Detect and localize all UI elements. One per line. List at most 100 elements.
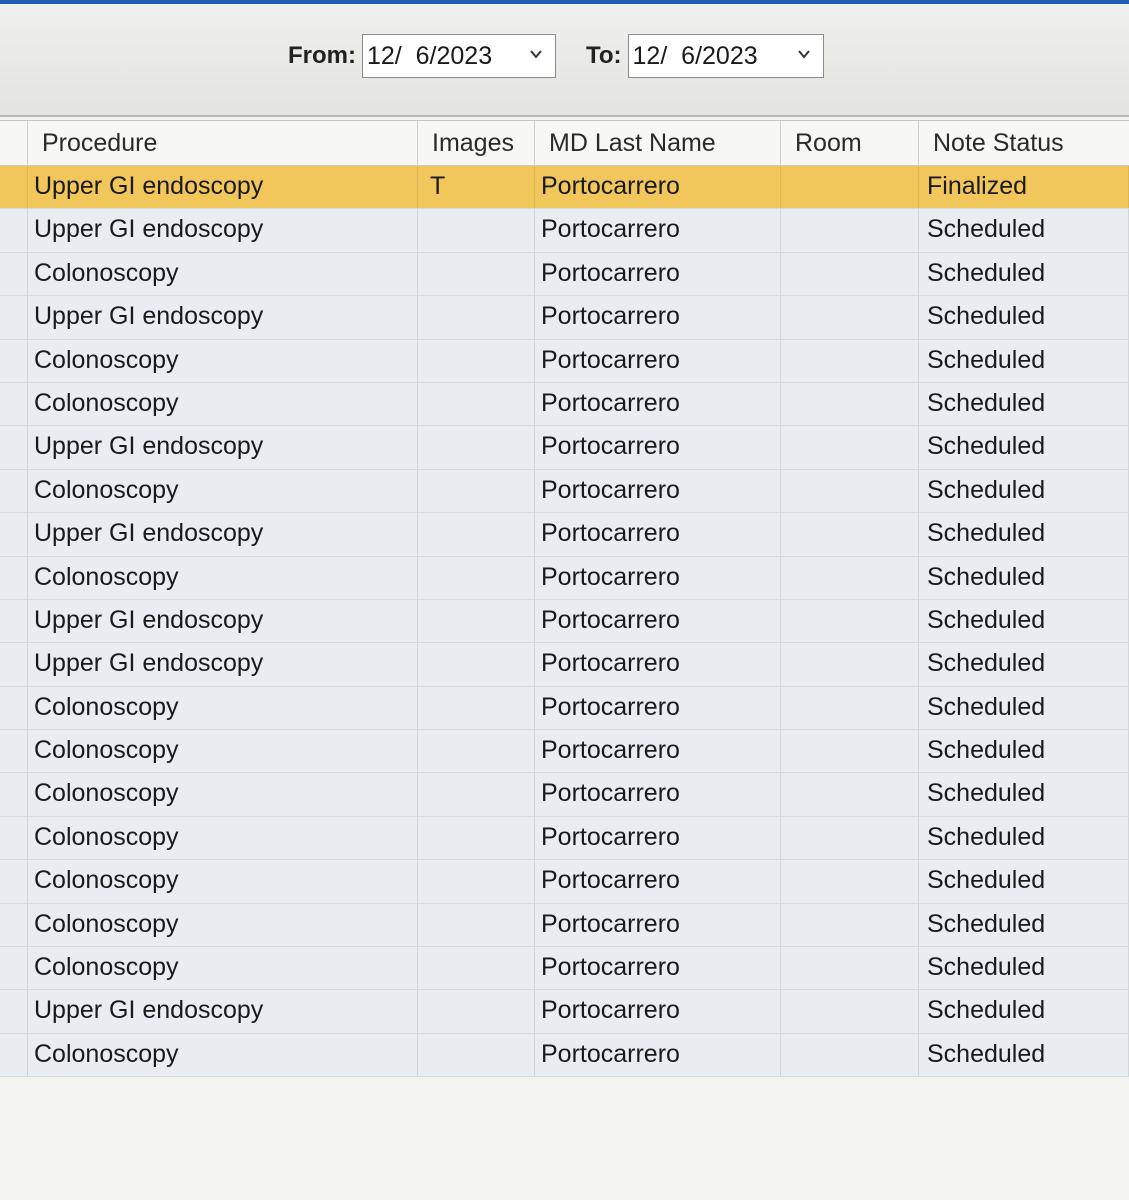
procedure-cell[interactable]: Upper GI endoscopy xyxy=(28,643,418,686)
row-selector[interactable] xyxy=(0,166,28,209)
images-cell[interactable] xyxy=(418,730,535,773)
row-selector[interactable] xyxy=(0,296,28,339)
note-status-cell[interactable]: Scheduled xyxy=(919,773,1129,816)
table-row[interactable]: Colonoscopy Portocarrero Scheduled xyxy=(0,252,1129,297)
row-selector[interactable] xyxy=(0,816,28,860)
procedure-cell[interactable]: Colonoscopy xyxy=(28,947,418,990)
images-cell[interactable] xyxy=(418,556,535,599)
md-last-name-cell[interactable]: Portocarrero xyxy=(535,209,781,252)
note-status-cell[interactable]: Scheduled xyxy=(919,556,1129,599)
row-selector[interactable] xyxy=(0,513,28,556)
row-selector[interactable] xyxy=(0,382,28,426)
row-selector[interactable] xyxy=(0,686,28,730)
row-selector[interactable] xyxy=(0,643,28,686)
room-cell[interactable] xyxy=(781,730,919,773)
table-row[interactable]: Colonoscopy Portocarrero Scheduled xyxy=(0,469,1129,514)
table-row[interactable]: Upper GI endoscopy Portocarrero Scheduled xyxy=(0,426,1129,470)
note-status-cell[interactable]: Scheduled xyxy=(919,209,1129,252)
row-selector[interactable] xyxy=(0,252,28,296)
column-header-note-status[interactable]: Note Status xyxy=(919,121,1129,165)
note-status-cell[interactable]: Scheduled xyxy=(919,990,1129,1033)
md-last-name-cell[interactable]: Portocarrero xyxy=(535,252,781,296)
procedure-cell[interactable]: Upper GI endoscopy xyxy=(28,599,418,643)
note-status-cell[interactable]: Scheduled xyxy=(919,252,1129,296)
table-row[interactable]: Upper GI endoscopy T Portocarrero Finalized xyxy=(0,166,1129,210)
room-cell[interactable] xyxy=(781,773,919,816)
procedure-cell[interactable]: Colonoscopy xyxy=(28,686,418,730)
row-selector[interactable] xyxy=(0,209,28,252)
row-selector[interactable] xyxy=(0,773,28,816)
images-cell[interactable] xyxy=(418,426,535,469)
procedure-cell[interactable]: Upper GI endoscopy xyxy=(28,296,418,339)
room-cell[interactable] xyxy=(781,816,919,860)
table-row[interactable]: Colonoscopy Portocarrero Scheduled xyxy=(0,339,1129,383)
chevron-down-icon[interactable] xyxy=(529,47,543,61)
procedure-cell[interactable]: Upper GI endoscopy xyxy=(28,513,418,556)
table-row[interactable]: Colonoscopy Portocarrero Scheduled xyxy=(0,686,1129,731)
table-row[interactable]: Upper GI endoscopy Portocarrero Scheduled xyxy=(0,513,1129,557)
row-selector[interactable] xyxy=(0,990,28,1033)
images-cell[interactable] xyxy=(418,339,535,382)
images-cell[interactable] xyxy=(418,860,535,903)
room-cell[interactable] xyxy=(781,513,919,556)
procedure-cell[interactable]: Upper GI endoscopy xyxy=(28,209,418,252)
images-cell[interactable] xyxy=(418,816,535,860)
table-row[interactable]: Colonoscopy Portocarrero Scheduled xyxy=(0,773,1129,817)
procedure-cell[interactable]: Colonoscopy xyxy=(28,339,418,382)
procedure-cell[interactable]: Colonoscopy xyxy=(28,556,418,599)
images-cell[interactable] xyxy=(418,469,535,513)
room-cell[interactable] xyxy=(781,903,919,947)
chevron-down-icon[interactable] xyxy=(797,47,811,61)
room-cell[interactable] xyxy=(781,339,919,382)
column-header-md-last-name[interactable]: MD Last Name xyxy=(535,121,781,165)
room-cell[interactable] xyxy=(781,643,919,686)
note-status-cell[interactable]: Scheduled xyxy=(919,469,1129,513)
images-cell[interactable] xyxy=(418,947,535,990)
row-selector[interactable] xyxy=(0,339,28,382)
note-status-cell[interactable]: Scheduled xyxy=(919,296,1129,339)
images-cell[interactable] xyxy=(418,990,535,1033)
note-status-cell[interactable]: Finalized xyxy=(919,166,1129,209)
table-row[interactable]: Colonoscopy Portocarrero Scheduled xyxy=(0,903,1129,948)
table-row[interactable]: Upper GI endoscopy Portocarrero Scheduled xyxy=(0,599,1129,644)
md-last-name-cell[interactable]: Portocarrero xyxy=(535,556,781,599)
note-status-cell[interactable]: Scheduled xyxy=(919,1033,1129,1077)
column-header-images[interactable]: Images xyxy=(418,121,535,165)
note-status-cell[interactable]: Scheduled xyxy=(919,426,1129,469)
images-cell[interactable] xyxy=(418,252,535,296)
table-row[interactable]: Upper GI endoscopy Portocarrero Scheduled xyxy=(0,296,1129,340)
note-status-cell[interactable]: Scheduled xyxy=(919,339,1129,382)
table-row[interactable]: Colonoscopy Portocarrero Scheduled xyxy=(0,1033,1129,1078)
room-cell[interactable] xyxy=(781,1033,919,1077)
room-cell[interactable] xyxy=(781,599,919,643)
table-row[interactable]: Colonoscopy Portocarrero Scheduled xyxy=(0,382,1129,427)
md-last-name-cell[interactable]: Portocarrero xyxy=(535,599,781,643)
images-cell[interactable] xyxy=(418,1033,535,1077)
column-header-procedure[interactable]: Procedure xyxy=(28,121,418,165)
md-last-name-cell[interactable]: Portocarrero xyxy=(535,1033,781,1077)
images-cell[interactable] xyxy=(418,773,535,816)
md-last-name-cell[interactable]: Portocarrero xyxy=(535,773,781,816)
room-cell[interactable] xyxy=(781,382,919,426)
md-last-name-cell[interactable]: Portocarrero xyxy=(535,339,781,382)
note-status-cell[interactable]: Scheduled xyxy=(919,903,1129,947)
procedure-cell[interactable]: Upper GI endoscopy xyxy=(28,990,418,1033)
row-selector[interactable] xyxy=(0,1033,28,1077)
row-selector[interactable] xyxy=(0,556,28,599)
table-row[interactable]: Colonoscopy Portocarrero Scheduled xyxy=(0,556,1129,600)
room-cell[interactable] xyxy=(781,209,919,252)
table-row[interactable]: Colonoscopy Portocarrero Scheduled xyxy=(0,860,1129,904)
table-row[interactable]: Colonoscopy Portocarrero Scheduled xyxy=(0,730,1129,774)
table-row[interactable]: Colonoscopy Portocarrero Scheduled xyxy=(0,947,1129,991)
procedure-cell[interactable]: Colonoscopy xyxy=(28,382,418,426)
row-selector[interactable] xyxy=(0,426,28,469)
row-selector[interactable] xyxy=(0,599,28,643)
note-status-cell[interactable]: Scheduled xyxy=(919,643,1129,686)
procedure-cell[interactable]: Colonoscopy xyxy=(28,816,418,860)
note-status-cell[interactable]: Scheduled xyxy=(919,513,1129,556)
md-last-name-cell[interactable]: Portocarrero xyxy=(535,903,781,947)
md-last-name-cell[interactable]: Portocarrero xyxy=(535,166,781,209)
md-last-name-cell[interactable]: Portocarrero xyxy=(535,296,781,339)
row-selector[interactable] xyxy=(0,947,28,990)
column-header-room[interactable]: Room xyxy=(781,121,919,165)
